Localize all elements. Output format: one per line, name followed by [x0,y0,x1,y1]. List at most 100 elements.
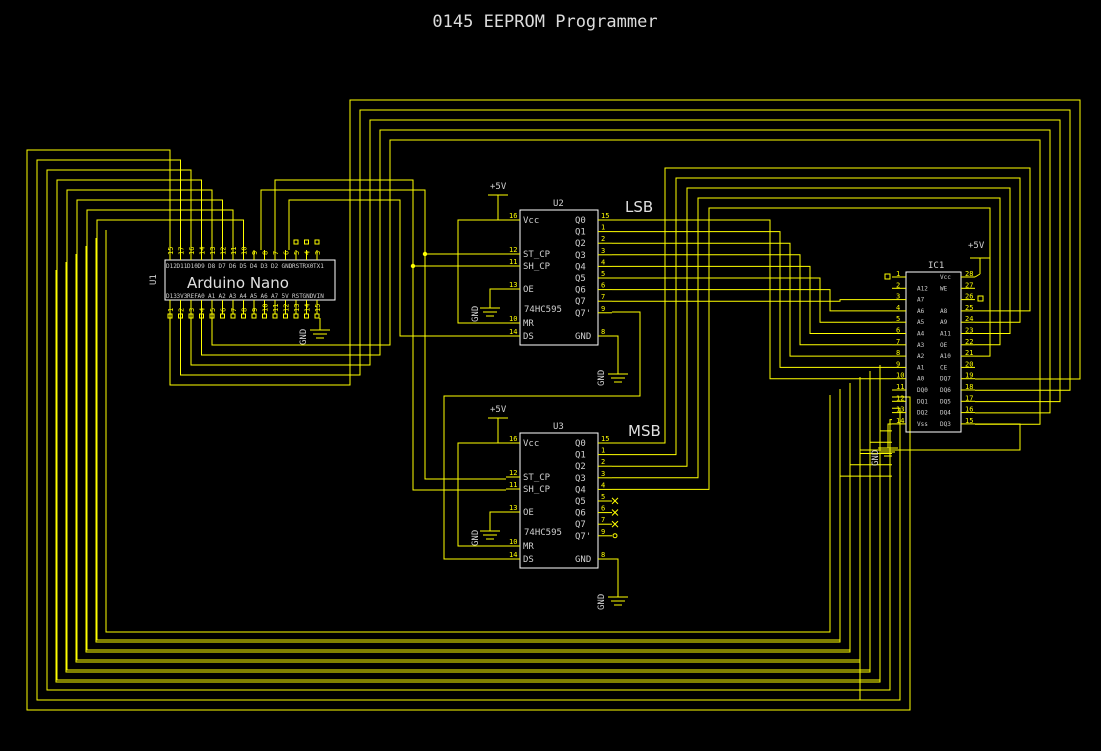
arduino-top-pin-number: 16 [188,247,196,255]
u3-left-pin-label: MR [523,542,534,552]
ic1-left-pin-label: A0 [917,376,925,383]
u2-part: 74HC595 [524,305,562,315]
arduino-top-pin-label: TX1 [313,263,324,270]
u3-left-pin-label: DS [523,555,534,565]
ic1-right-pin-label: DQ6 [940,387,951,394]
ic1-left-pin-number: 12 [896,394,904,402]
ic1-gnd-label: GND [871,450,881,466]
arduino-top-pin-label: D7 [219,263,227,270]
arduino-top-pin-number: 11 [230,247,238,255]
arduino-bottom-pin-number: 13 [293,304,301,312]
u2-tag: LSB [625,198,653,216]
ic1-left-pin-number: 8 [896,349,900,357]
arduino-gnd-label: GND [299,329,309,345]
u3-right-pin-number: 2 [601,458,605,466]
ic1-right-pin-label: A10 [940,353,951,360]
u3-right-pin-label: Q2 [575,462,586,472]
u2-right-pin-number: 2 [601,235,605,243]
u2-left-pin-label: Vcc [523,216,539,226]
arduino-bottom-pin-number: 7 [230,308,238,312]
arduino-top-pin-label: D2 [271,263,279,270]
u2-right-pin-label: Q7 [575,297,586,307]
ic1-right-pin-label: Vcc [940,274,951,281]
u2-right-pin-number: 1 [601,224,605,232]
u2-right-pin-label: Q3 [575,251,586,261]
u3-right-pin-number: 3 [601,470,605,478]
u2-right-pin-label: GND [575,332,591,342]
u2-left-pin-number: 10 [509,315,517,323]
arduino-top-pin-number: 7 [272,251,280,255]
u3-right-pin-label: Q6 [575,509,586,519]
ic1-right-pin-label: DQ7 [940,376,951,383]
u2-right-pin-number: 4 [601,258,605,266]
u3-left-pin-label: OE [523,508,534,518]
ic1-left-pin-label: DQ0 [917,387,928,394]
arduino-bottom-pin-number: 10 [262,304,270,312]
u3-right-pin-number: 1 [601,447,605,455]
arduino-bottom-pin-number: 11 [272,304,280,312]
ic1-left-pin-number: 14 [896,417,904,425]
u3-left-pin-number: 14 [509,551,517,559]
arduino-bottom-pin-label: VIN [313,293,324,300]
u2-right-pin-number: 8 [601,328,605,336]
u2-left-pin-number: 13 [509,281,517,289]
ic1-left-pin-number: 1 [896,270,900,278]
u3-left-pin-label: SH_CP [523,485,551,495]
ic1-left-pin-label: A7 [917,297,925,304]
ic1-left-pin-label: DQ1 [917,398,928,405]
arduino-bottom-pin-label: A2 [219,293,227,300]
ic1-right-pin-number: 23 [965,327,973,335]
arduino-top-pin-number: 17 [178,247,186,255]
ic1-right-pin-number: 16 [965,406,973,414]
ic1-right-pin-number: 15 [965,417,973,425]
ic1-right-pin-number: 24 [965,315,973,323]
arduino-top-pin-number: 10 [241,247,249,255]
u2-right-pin-label: Q0 [575,216,586,226]
ic1-left-pin-label: Vss [917,421,928,428]
u2-right-pin-label: Q6 [575,286,586,296]
u3-right-pin-label: Q0 [575,439,586,449]
arduino-bottom-pin-label: A7 [271,293,279,300]
arduino-bottom-pin-number: 9 [251,308,259,312]
u2-ref: U2 [553,199,564,209]
u2-supply: +5V [490,182,507,192]
arduino-top-pin-number: 9 [251,251,259,255]
u3-supply: +5V [490,405,507,415]
u3-right-pin-number: 15 [601,435,609,443]
u2-right-pin-label: Q1 [575,228,586,238]
u2-right-pin-label: Q4 [575,262,586,272]
arduino-bottom-pin-label: A6 [261,293,269,300]
ic1-left-pin-number: 7 [896,338,900,346]
ic1-left-pin-label: A4 [917,331,925,338]
u3-gnd-label: GND [597,594,607,610]
u3-right-pin-label: Q5 [575,497,586,507]
u2-left-pin-number: 16 [509,212,517,220]
arduino-top-pin-number: 13 [209,247,217,255]
arduino-bottom-pin-number: 14 [304,304,312,312]
arduino-top-pin-label: D9 [198,263,206,270]
arduino-top-pin-label: D8 [208,263,216,270]
ic1-right-pin-label: A11 [940,331,951,338]
ic1-left-pin-number: 4 [896,304,900,312]
ic1-right-pin-number: 28 [965,270,973,278]
u3-right-pin-label: Q4 [575,485,586,495]
u2-left-pin-label: MR [523,319,534,329]
arduino-bottom-pin-number: 1 [167,308,175,312]
arduino-ref: U1 [149,274,159,285]
u3-right-pin-label: Q1 [575,451,586,461]
arduino-name: Arduino Nano [187,274,289,292]
ic1-right-pin-number: 17 [965,394,973,402]
u2-right-pin-number: 7 [601,293,605,301]
ic1-left-pin-number: 6 [896,327,900,335]
arduino-bottom-pin-number: 6 [220,308,228,312]
ic1-right-pin-label: OE [940,342,948,349]
u3-left-pin-number: 13 [509,504,517,512]
u3-left-pin-number: 11 [509,481,517,489]
u2-left-pin-number: 12 [509,246,517,254]
arduino-bottom-pin-number: 12 [283,304,291,312]
u2-right-pin-number: 6 [601,282,605,290]
ic1-right-pin-number: 21 [965,349,973,357]
u2-right-pin-number: 3 [601,247,605,255]
u2-left-pin-number: 14 [509,328,517,336]
arduino-top-pin-number: 15 [167,247,175,255]
